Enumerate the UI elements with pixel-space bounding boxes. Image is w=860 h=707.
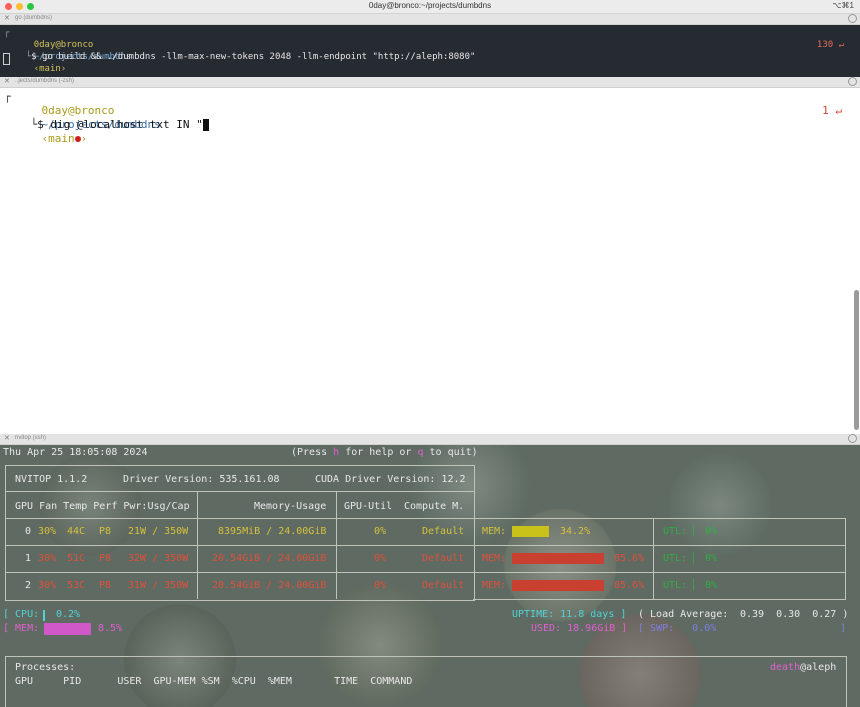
- divider: [5, 572, 845, 573]
- swap-usage-end: ]: [840, 623, 847, 634]
- process-columns-header: GPU PID USER GPU-MEM %SM %CPU %MEM TIME …: [15, 676, 413, 687]
- gpu-memory-usage: 20.54GiB / 24.00GiB: [212, 553, 327, 564]
- gpu-power: 31W / 350W: [128, 580, 189, 591]
- gpu-index: 1: [25, 553, 32, 564]
- gpu-memory-usage: 20.54GiB / 24.00GiB: [212, 580, 327, 591]
- gpu-temp: 53C: [67, 580, 86, 591]
- pane-options-icon[interactable]: [848, 77, 857, 86]
- prompt-symbol: $: [31, 52, 37, 62]
- load-average-values: 0.39 0.30 0.27 ): [740, 609, 849, 620]
- cuda-version: CUDA Driver Version: 12.2: [315, 474, 466, 485]
- swap-usage: [ SWP: 0.0%: [638, 623, 717, 634]
- gpu-perf: P8: [99, 580, 112, 591]
- gpu-mem-percent: 85.6%: [614, 553, 645, 564]
- divider: [5, 545, 845, 546]
- gpu-perf: P8: [99, 553, 112, 564]
- window-title: 0day@bronco:~/projects/dumbdns: [368, 1, 492, 10]
- gpu-util: 0%: [374, 526, 387, 537]
- gpu-perf: P8: [99, 526, 112, 537]
- close-pane-icon[interactable]: ✕: [4, 434, 10, 442]
- cpu-value: 0.2%: [56, 609, 81, 620]
- gpu-mem-bar: [512, 526, 549, 537]
- command-text: dig @localhost txt IN ": [50, 118, 203, 131]
- gpu-index: 2: [25, 580, 32, 591]
- user-at-host: death@aleph: [770, 662, 837, 673]
- gpu-memory-usage: 8395MiB / 24.00GiB: [218, 526, 327, 537]
- window-shortcut: ⌥⌘1: [832, 1, 854, 10]
- gpu-compute-mode: Default: [422, 526, 465, 537]
- gpu-compute-mode: Default: [422, 553, 465, 564]
- gpu-util-bar-label: UTL: ▏ 0%: [663, 526, 718, 537]
- pane-options-icon[interactable]: [848, 14, 857, 23]
- processes-label: Processes:: [15, 662, 76, 673]
- mem-value: 8.5%: [98, 623, 123, 634]
- gpu-fan: 30%: [38, 580, 57, 591]
- divider: [5, 491, 474, 492]
- gpu-power: 32W / 350W: [128, 553, 189, 564]
- divider: [845, 518, 846, 600]
- command-text: go build && ./dumbdns -llm-max-new-token…: [41, 52, 476, 62]
- gpu-util-bar-label: UTL: ▏ 0%: [663, 580, 718, 591]
- gpu-compute-mode: Default: [422, 580, 465, 591]
- gpu-mem-percent: 85.6%: [614, 580, 645, 591]
- mem-bar: [44, 623, 91, 635]
- divider: [5, 518, 845, 519]
- cpu-label: [ CPU:: [3, 609, 40, 620]
- divider: [336, 491, 337, 599]
- exit-status: 130 ↵: [816, 40, 844, 50]
- exit-status: 1 ↵: [822, 104, 842, 117]
- pane2-header: ✕ ..jects/dumbdns (-zsh): [0, 77, 860, 88]
- gpu-mem-bar-label: MEM:: [482, 526, 507, 537]
- gpu-util: 0%: [374, 553, 387, 564]
- gpu-fan: 30%: [38, 526, 57, 537]
- uptime: UPTIME: 11.8 days ]: [512, 609, 627, 620]
- close-pane-icon[interactable]: ✕: [4, 77, 10, 85]
- pane2-title: ..jects/dumbdns (-zsh): [15, 78, 75, 84]
- datetime: Thu Apr 25 18:05:08 2024: [3, 447, 148, 458]
- gpu-mem-bar-label: MEM:: [482, 553, 507, 564]
- cursor: [202, 119, 209, 131]
- pane3-header: ✕ nvitop (ssh): [0, 434, 860, 445]
- window-titlebar: 0day@bronco:~/projects/dumbdns ⌥⌘1: [0, 0, 860, 14]
- scrollbar[interactable]: [854, 290, 859, 430]
- divider: [473, 599, 845, 600]
- gpu-mem-bar-label: MEM:: [482, 580, 507, 591]
- driver-version: Driver Version: 535.161.08: [123, 474, 280, 485]
- pane-options-icon[interactable]: [848, 434, 857, 443]
- pane1-header: ✕ go (dumbdns): [0, 14, 860, 25]
- memory-column-header: Memory-Usage: [254, 501, 327, 512]
- prompt-symbol: $: [37, 118, 44, 131]
- host-mem-used: USED: 18.96GiB ]: [531, 623, 628, 634]
- pane3-title: nvitop (ssh): [15, 435, 47, 441]
- terminal-pane-nvitop[interactable]: Thu Apr 25 18:05:08 2024 (Press h for he…: [0, 445, 860, 707]
- help-hint: (Press h for help or q to quit): [291, 447, 478, 458]
- prompt-corner-icon: ┌: [4, 28, 10, 38]
- gpu-mem-bar: [512, 580, 604, 591]
- cursor: [3, 53, 10, 65]
- gpu-temp: 44C: [67, 526, 86, 537]
- gpu-util-bar-label: UTL: ▏ 0%: [663, 553, 718, 564]
- nvitop-version: NVITOP 1.1.2: [15, 474, 88, 485]
- cpu-bar: [43, 610, 45, 621]
- gpu-index: 0: [25, 526, 32, 537]
- util-column-header: GPU-Util: [344, 501, 393, 512]
- gpu-temp: 51C: [67, 553, 86, 564]
- gpu-mem-bar: [512, 553, 604, 564]
- gpu-power: 21W / 350W: [128, 526, 189, 537]
- terminal-pane-go[interactable]: ┌ 0day@bronco ~/projects/dumbdns ‹main› …: [0, 25, 860, 77]
- divider: [653, 518, 654, 600]
- close-pane-icon[interactable]: ✕: [4, 14, 10, 22]
- mem-label: [ MEM:: [3, 623, 40, 634]
- compute-column-header: Compute M.: [404, 501, 465, 512]
- gpu-column-header: GPU Fan Temp Perf Pwr:Usg/Cap: [15, 501, 190, 512]
- load-average-label: ( Load Average:: [638, 609, 729, 620]
- gpu-mem-percent: 34.2%: [560, 526, 591, 537]
- divider: [197, 491, 198, 599]
- prompt-corner-icon: ┌: [4, 90, 11, 103]
- gpu-util: 0%: [374, 580, 387, 591]
- terminal-pane-zsh[interactable]: ┌ 0day@bronco ~/projects/dumbdns ‹main › …: [0, 88, 860, 433]
- pane1-title: go (dumbdns): [15, 15, 53, 21]
- gpu-fan: 30%: [38, 553, 57, 564]
